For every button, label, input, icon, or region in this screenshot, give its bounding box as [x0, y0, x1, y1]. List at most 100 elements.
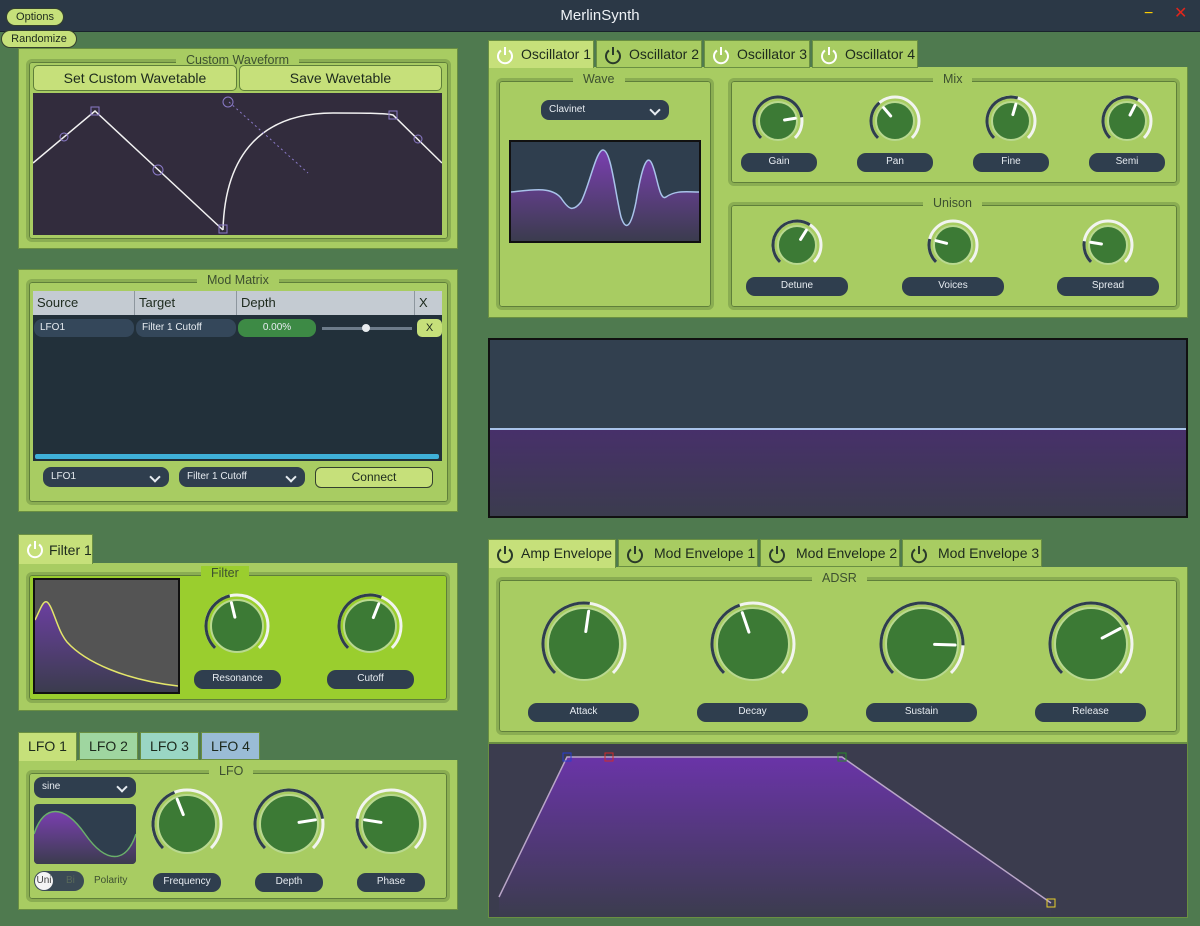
- cutoff-label: Cutoff: [327, 670, 414, 689]
- spread-knob[interactable]: [1081, 218, 1135, 272]
- tab-amp-envelope[interactable]: Amp Envelope: [488, 539, 616, 568]
- target-select[interactable]: Filter 1 Cutoff: [179, 467, 305, 487]
- cutoff-knob[interactable]: [336, 592, 404, 660]
- power-icon[interactable]: [909, 544, 929, 564]
- wave-group-title: Wave: [573, 72, 625, 86]
- sustain-label: Sustain: [866, 703, 977, 722]
- semi-knob[interactable]: [1100, 94, 1154, 148]
- power-icon[interactable]: [603, 45, 623, 65]
- knob-body: [933, 225, 973, 265]
- tab-oscillator-4[interactable]: Oscillator 4: [812, 40, 918, 68]
- tab-mod-envelope-2[interactable]: Mod Envelope 2: [760, 539, 900, 567]
- tab-lfo-1[interactable]: LFO 1: [18, 732, 77, 761]
- knob-dial[interactable]: [984, 94, 1038, 148]
- knob-dial[interactable]: [770, 218, 824, 272]
- minimize-icon[interactable]: −: [1144, 6, 1160, 24]
- knob-dial[interactable]: [868, 94, 922, 148]
- mix-group-title: Mix: [933, 72, 973, 86]
- knob-dial[interactable]: [1047, 600, 1135, 688]
- set-custom-wavetable-button[interactable]: Set Custom Wavetable: [33, 65, 237, 91]
- detune-knob[interactable]: [770, 218, 824, 272]
- source-select-value: LFO1: [51, 471, 77, 482]
- mod-matrix-title: Mod Matrix: [197, 273, 279, 287]
- knob-pointer: [933, 642, 957, 647]
- close-icon[interactable]: ✕: [1174, 6, 1190, 24]
- knob-body: [777, 225, 817, 265]
- tab-mod-envelope-1[interactable]: Mod Envelope 1: [618, 539, 758, 567]
- frequency-label: Frequency: [153, 873, 221, 892]
- faint-menu-strip: [800, 0, 1030, 6]
- knob-dial[interactable]: [336, 592, 404, 660]
- knob-dial[interactable]: [751, 94, 805, 148]
- connect-button[interactable]: Connect: [315, 467, 433, 488]
- depth-slider-handle[interactable]: [362, 324, 370, 332]
- chevron-down-icon: [285, 471, 297, 483]
- tab-oscillator-2[interactable]: Oscillator 2: [596, 40, 702, 68]
- phase-label: Phase: [357, 873, 425, 892]
- wave-select-value: Clavinet: [549, 104, 586, 115]
- power-icon[interactable]: [711, 45, 731, 65]
- row-depth-value[interactable]: 0.00%: [238, 319, 316, 337]
- knob-dial[interactable]: [150, 787, 224, 861]
- polarity-toggle[interactable]: Uni Bi: [34, 871, 84, 891]
- unison-group-title: Unison: [923, 196, 982, 210]
- depth-knob[interactable]: [252, 787, 326, 861]
- power-icon[interactable]: [495, 45, 515, 65]
- randomize-button[interactable]: Randomize: [1, 30, 77, 48]
- fine-knob[interactable]: [984, 94, 1038, 148]
- knob-dial[interactable]: [1100, 94, 1154, 148]
- decay-knob[interactable]: [709, 600, 797, 688]
- knob-dial[interactable]: [1081, 218, 1135, 272]
- column-header-source: Source: [33, 291, 135, 315]
- chevron-down-icon: [649, 104, 661, 116]
- knob-dial[interactable]: [354, 787, 428, 861]
- phase-knob[interactable]: [354, 787, 428, 861]
- release-knob[interactable]: [1047, 600, 1135, 688]
- options-button[interactable]: Options: [6, 8, 64, 26]
- envelope-curve: [498, 752, 1056, 917]
- save-wavetable-button[interactable]: Save Wavetable: [239, 65, 442, 91]
- target-select-value: Filter 1 Cutoff: [187, 471, 247, 482]
- output-scope: [488, 338, 1188, 518]
- knob-dial[interactable]: [878, 600, 966, 688]
- tab-lfo-3[interactable]: LFO 3: [140, 732, 199, 760]
- polarity-label: Polarity: [94, 875, 128, 886]
- row-delete-button[interactable]: X: [417, 319, 442, 337]
- sustain-knob[interactable]: [878, 600, 966, 688]
- tab-lfo-4[interactable]: LFO 4: [201, 732, 260, 760]
- knob-dial[interactable]: [540, 600, 628, 688]
- power-icon[interactable]: [495, 544, 515, 564]
- power-icon[interactable]: [819, 45, 839, 65]
- table-horizontal-scrollbar[interactable]: [35, 454, 439, 459]
- pan-knob[interactable]: [868, 94, 922, 148]
- knob-dial[interactable]: [203, 592, 271, 660]
- polarity-bi: Bi: [66, 875, 75, 886]
- voices-knob[interactable]: [926, 218, 980, 272]
- wave-select[interactable]: Clavinet: [541, 100, 669, 120]
- custom-waveform-editor[interactable]: [33, 93, 442, 235]
- tab-oscillator-3[interactable]: Oscillator 3: [704, 40, 810, 68]
- tab-label: Oscillator 1: [521, 46, 592, 62]
- tab-lfo-2[interactable]: LFO 2: [79, 732, 138, 760]
- power-icon[interactable]: [25, 539, 45, 559]
- knob-dial[interactable]: [709, 600, 797, 688]
- power-icon[interactable]: [625, 544, 645, 564]
- frequency-knob[interactable]: [150, 787, 224, 861]
- attack-knob[interactable]: [540, 600, 628, 688]
- source-select[interactable]: LFO1: [43, 467, 169, 487]
- tab-label: Mod Envelope 2: [796, 545, 898, 561]
- lfo-shape-select[interactable]: sine: [34, 777, 136, 798]
- tab-filter-1[interactable]: Filter 1: [18, 534, 93, 564]
- tab-oscillator-1[interactable]: Oscillator 1: [488, 40, 594, 68]
- knob-dial[interactable]: [252, 787, 326, 861]
- knob-dial[interactable]: [926, 218, 980, 272]
- envelope-display[interactable]: [488, 743, 1188, 918]
- resonance-knob[interactable]: [203, 592, 271, 660]
- tab-mod-envelope-3[interactable]: Mod Envelope 3: [902, 539, 1042, 567]
- detune-label: Detune: [746, 277, 848, 296]
- chevron-down-icon: [149, 471, 161, 483]
- filter-response-display: [33, 578, 180, 694]
- power-icon[interactable]: [767, 544, 787, 564]
- gain-knob[interactable]: [751, 94, 805, 148]
- tab-label: Oscillator 2: [629, 46, 700, 62]
